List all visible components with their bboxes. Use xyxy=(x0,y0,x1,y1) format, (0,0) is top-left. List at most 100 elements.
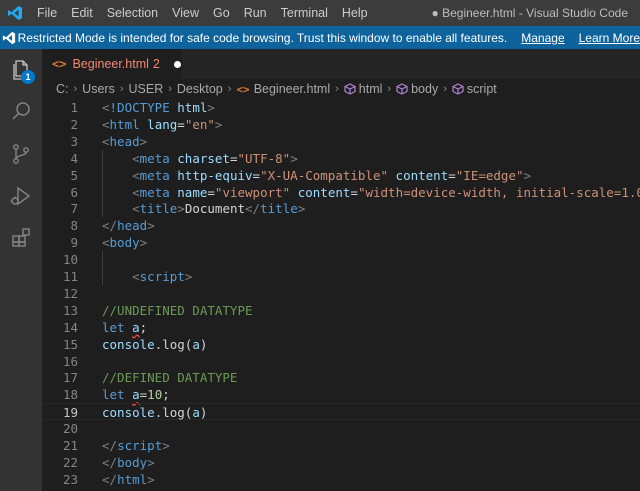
code-token: let xyxy=(102,387,125,403)
html-file-icon: <> xyxy=(236,82,250,96)
explorer-button[interactable]: 1 xyxy=(0,49,42,91)
code-text: </head> xyxy=(102,217,155,234)
breadcrumb-file[interactable]: Begineer.html xyxy=(254,82,330,96)
breadcrumb-drive[interactable]: C: xyxy=(56,82,69,96)
line-number: 18 xyxy=(62,387,78,403)
code-line[interactable]: 8 </head> xyxy=(42,217,640,234)
code-token: = xyxy=(350,184,358,200)
code-text: <head> xyxy=(102,133,147,150)
code-token: name xyxy=(177,184,208,200)
code-token: head xyxy=(109,133,140,149)
extensions-button[interactable] xyxy=(0,217,42,259)
code-token: = xyxy=(448,167,456,183)
menu-edit[interactable]: Edit xyxy=(64,0,100,26)
code-token: head xyxy=(117,218,148,234)
code-token: > xyxy=(147,454,155,470)
code-token: script xyxy=(139,269,185,284)
menu-go[interactable]: Go xyxy=(206,0,237,26)
code-line[interactable]: 14 let a; xyxy=(42,319,640,336)
code-line[interactable]: 13 //UNDEFINED DATATYPE xyxy=(42,302,640,319)
code-token: > xyxy=(162,438,170,453)
tab-begineer-html[interactable]: <> Begineer.html 2 xyxy=(42,49,182,79)
extensions-icon xyxy=(12,228,30,247)
code-token: = xyxy=(207,184,215,200)
code-line[interactable]: 2 <html lang="en"> xyxy=(42,116,640,133)
code-line[interactable]: 11 <script> xyxy=(42,268,640,285)
code-text: <body> xyxy=(102,234,147,251)
line-number: 6 xyxy=(70,184,78,200)
code-token: Document xyxy=(184,201,246,217)
code-line[interactable]: 7 <title>Document</title> xyxy=(42,200,640,218)
window-title: ● Begineer.html - Visual Studio Code xyxy=(431,6,628,20)
code-token: a xyxy=(192,336,200,352)
menu-help[interactable]: Help xyxy=(335,0,375,26)
code-line[interactable]: 12 xyxy=(42,285,640,302)
line-number: 4 xyxy=(70,150,78,166)
code-token: http-equiv xyxy=(177,167,253,183)
code-token: "X-UA-Compatible" xyxy=(260,167,389,183)
code-line[interactable]: 18 let a=10; xyxy=(42,386,640,403)
menu-run[interactable]: Run xyxy=(237,0,274,26)
code-line[interactable]: 23 </html> xyxy=(42,471,640,488)
run-debug-button[interactable] xyxy=(0,175,42,217)
unsaved-dot-icon[interactable] xyxy=(173,60,181,68)
code-editor[interactable]: 1 <!DOCTYPE html> 2 <html lang="en"> 3 <head>… xyxy=(42,99,640,491)
code-text: let a; xyxy=(102,319,147,336)
code-token: lang xyxy=(147,116,178,132)
menu-terminal[interactable]: Terminal xyxy=(274,0,335,26)
breadcrumb-html[interactable]: html xyxy=(359,82,383,96)
code-line[interactable]: 15 console.log(a) xyxy=(42,336,640,353)
code-line[interactable]: 5 <meta http-equiv="X-UA-Compatible" con… xyxy=(42,166,640,184)
code-token: </ xyxy=(102,454,118,470)
breadcrumb-script[interactable]: script xyxy=(467,82,497,96)
breadcrumb-users[interactable]: Users xyxy=(82,82,115,96)
line-number: 3 xyxy=(70,133,78,149)
code-line[interactable]: 20 xyxy=(42,420,640,437)
code-line[interactable]: 1 <!DOCTYPE html> xyxy=(42,99,640,116)
code-text: </script> xyxy=(102,437,170,454)
breadcrumb-user[interactable]: USER xyxy=(129,82,164,96)
chevron-right-icon: › xyxy=(387,83,392,95)
code-line[interactable]: 9 <body> xyxy=(42,234,640,251)
code-token: "UTF-8" xyxy=(237,150,291,166)
line-number: 9 xyxy=(70,235,78,251)
menu-view[interactable]: View xyxy=(165,0,206,26)
code-line[interactable]: 22 </body> xyxy=(42,454,640,471)
code-token: "viewport" xyxy=(214,184,291,200)
line-number: 15 xyxy=(62,336,78,352)
code-line[interactable]: 19 console.log(a) xyxy=(42,403,640,421)
code-line[interactable]: 21 </script> xyxy=(42,437,640,454)
code-line[interactable]: 17 //DEFINED DATATYPE xyxy=(42,369,640,386)
code-line[interactable]: 3 <head> xyxy=(42,133,640,150)
code-line[interactable]: 4 <meta charset="UTF-8"> xyxy=(42,149,640,167)
title-bar: File Edit Selection View Go Run Terminal… xyxy=(0,0,640,26)
line-number: 13 xyxy=(62,302,78,318)
code-text: <!DOCTYPE html> xyxy=(102,99,215,116)
code-token: "IE=edge" xyxy=(455,167,524,183)
source-control-button[interactable] xyxy=(0,133,42,175)
vscode-logo-icon xyxy=(0,0,30,26)
menu-selection[interactable]: Selection xyxy=(100,0,165,26)
menu-file[interactable]: File xyxy=(30,0,64,26)
manage-link[interactable]: Manage xyxy=(521,31,564,45)
activity-bar: 1 xyxy=(0,49,42,491)
code-line[interactable]: 16 xyxy=(42,353,640,370)
breadcrumb-desktop[interactable]: Desktop xyxy=(177,82,223,96)
breadcrumb-body[interactable]: body xyxy=(411,82,438,96)
code-token: a xyxy=(132,319,140,335)
code-token: ) xyxy=(199,336,208,352)
search-button[interactable] xyxy=(0,91,42,133)
code-line[interactable]: 6 <meta name="viewport" content="width=d… xyxy=(42,183,640,201)
line-number: 8 xyxy=(70,218,78,234)
code-text: //DEFINED DATATYPE xyxy=(102,369,237,386)
code-token: < xyxy=(132,150,140,166)
code-line[interactable]: 10 xyxy=(42,251,640,269)
code-token: //UNDEFINED DATATYPE xyxy=(102,302,253,318)
code-token: > xyxy=(297,201,306,217)
restricted-mode-banner: Restricted Mode is intended for safe cod… xyxy=(0,26,640,49)
code-token: < xyxy=(102,235,110,251)
line-number: 2 xyxy=(70,116,78,132)
code-token: > xyxy=(214,116,223,132)
learn-more-link[interactable]: Learn More xyxy=(579,31,640,45)
code-token: log xyxy=(162,336,185,352)
